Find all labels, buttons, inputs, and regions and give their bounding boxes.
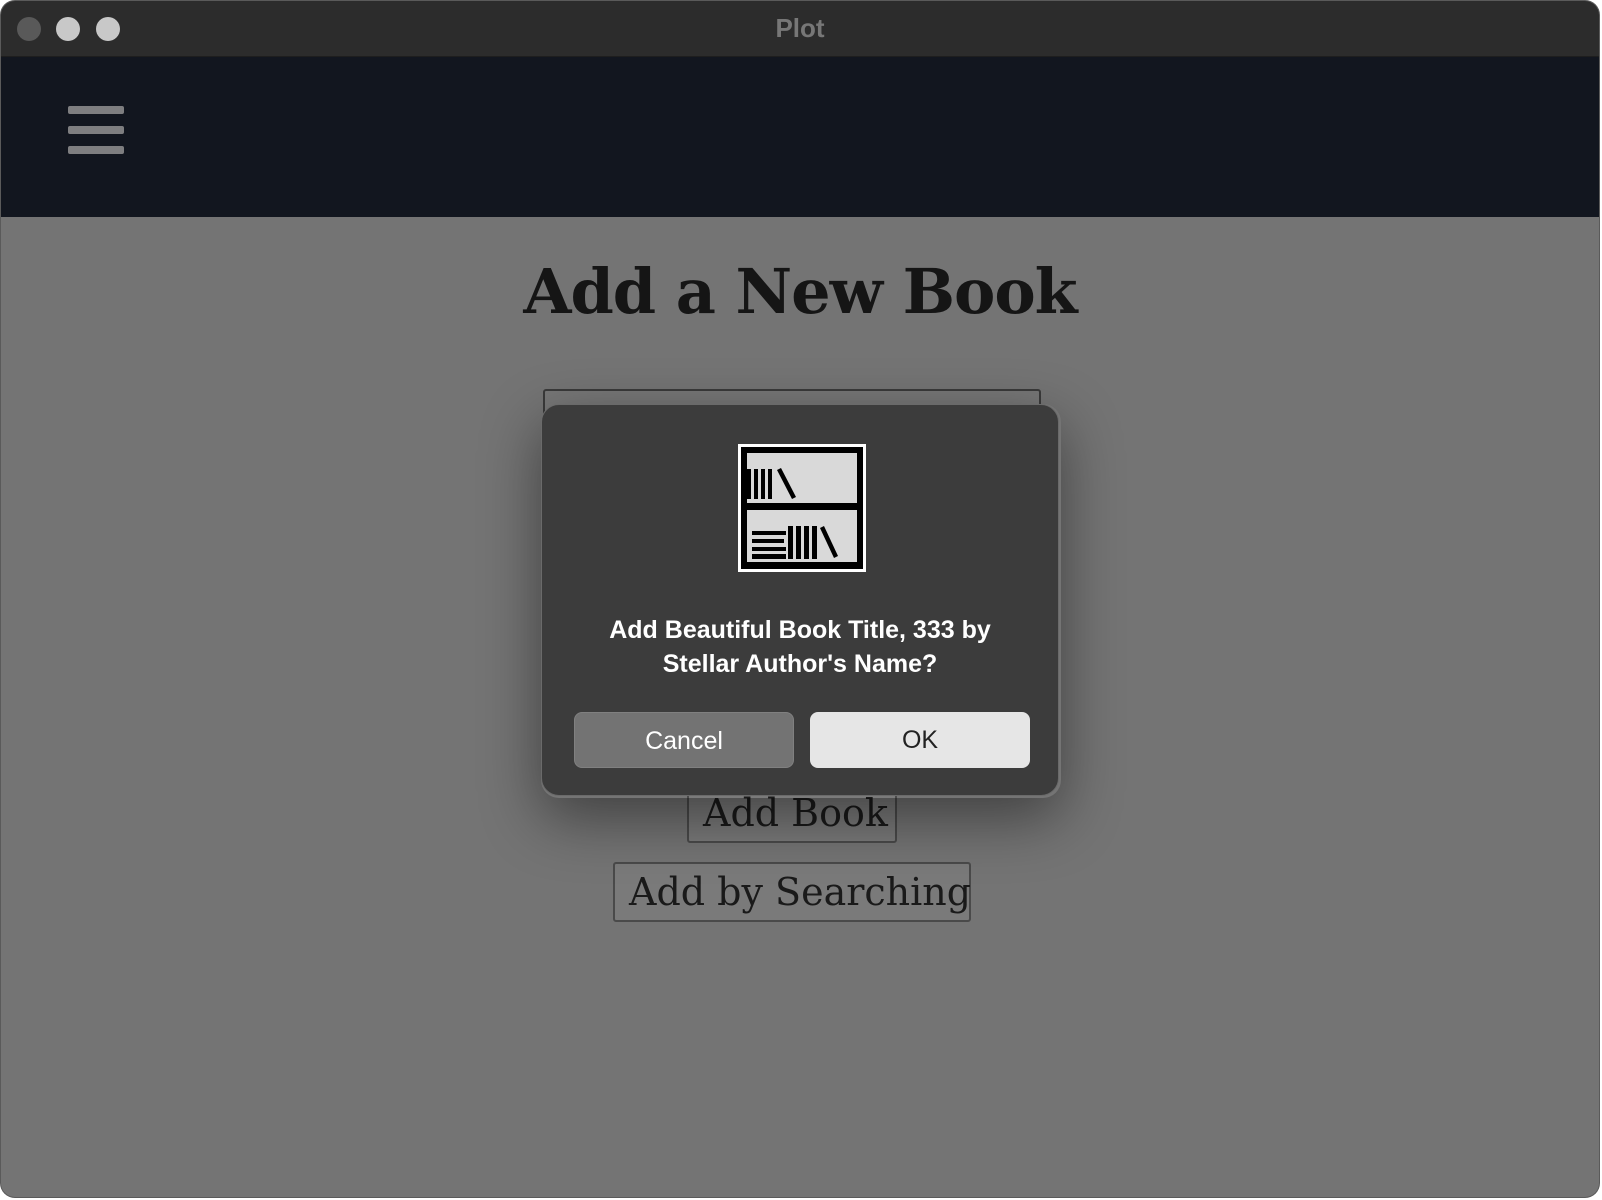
dialog-message-line: Add Beautiful Book Title, 333 by	[609, 616, 991, 644]
page-title: Add a New Book	[523, 255, 1077, 328]
cancel-button[interactable]: Cancel	[574, 712, 794, 768]
hamburger-line	[68, 146, 124, 154]
hamburger-line	[68, 106, 124, 114]
navbar	[1, 57, 1599, 217]
confirm-dialog: Add Beautiful Book Title, 333 by Stellar…	[541, 404, 1059, 796]
dialog-message: Add Beautiful Book Title, 333 by Stellar…	[572, 613, 1028, 681]
hamburger-line	[68, 126, 124, 134]
ok-button[interactable]: OK	[810, 712, 1030, 768]
dialog-message-line: Stellar Author's Name?	[662, 650, 938, 678]
add-by-searching-button[interactable]: Add by Searching	[613, 862, 971, 922]
app-window: Plot Add a New Book Add Book Add by Sear…	[1, 1, 1599, 1197]
title-bar: Plot	[1, 1, 1599, 57]
bookshelf-icon	[738, 444, 866, 572]
window-title: Plot	[775, 13, 825, 43]
hamburger-menu-icon[interactable]	[68, 106, 124, 158]
